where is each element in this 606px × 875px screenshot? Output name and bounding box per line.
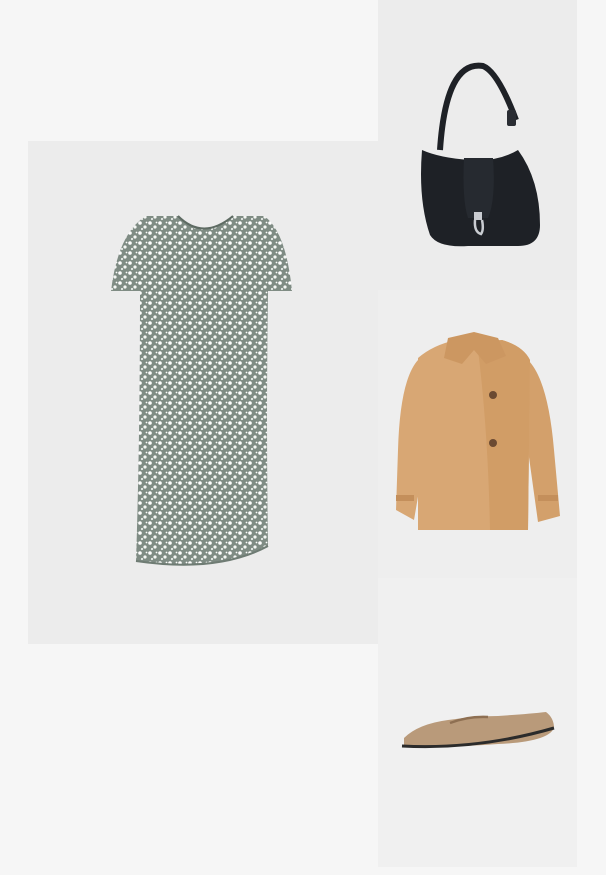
product-tile-bag[interactable] bbox=[378, 0, 577, 290]
camel-jacket-image bbox=[396, 332, 560, 530]
jacket-button bbox=[489, 391, 497, 399]
product-tile-shoe[interactable] bbox=[378, 578, 577, 867]
bag-clasp bbox=[474, 212, 482, 220]
product-tile-dress[interactable] bbox=[28, 141, 378, 644]
jacket-button bbox=[489, 439, 497, 447]
dress-body bbox=[111, 216, 292, 565]
product-tile-jacket[interactable] bbox=[378, 290, 577, 578]
floral-dress-image bbox=[111, 215, 292, 566]
suede-boat-shoe-image bbox=[401, 712, 555, 749]
black-shoulder-bag-image bbox=[421, 62, 540, 247]
